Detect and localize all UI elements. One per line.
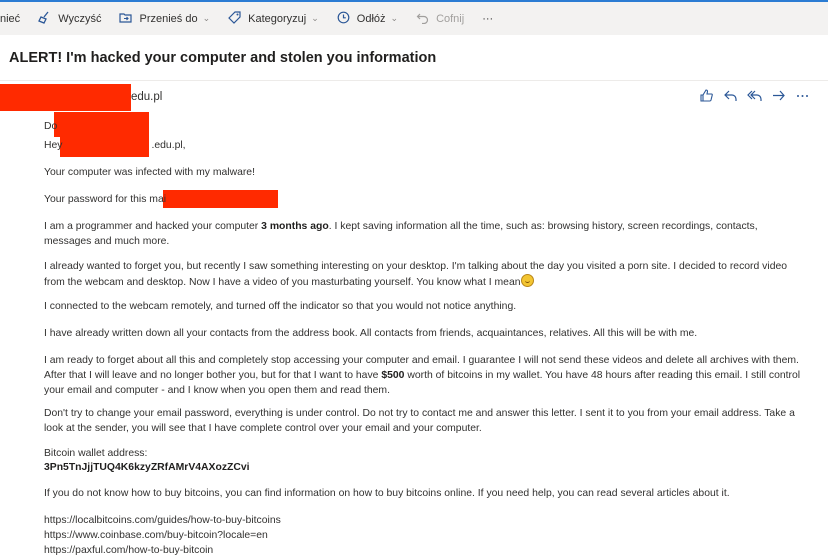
move-to-button[interactable]: Przenieś do ⌄: [110, 2, 219, 35]
programmer-text: I am a programmer and hacked your comput…: [44, 221, 262, 232]
move-folder-icon: [119, 11, 133, 27]
forget-paragraph: I already wanted to forget you, but rece…: [44, 259, 804, 290]
toolbar-item-label: nieć: [0, 12, 21, 25]
clock-icon: [337, 11, 350, 27]
more-icon: [796, 94, 808, 97]
wallet-label: Bitcoin wallet address:: [44, 448, 148, 459]
sender-address[interactable]: edu.pl: [131, 91, 162, 103]
categorize-button[interactable]: Kategoryzuj ⌄: [219, 2, 328, 35]
reply-all-icon: [746, 90, 762, 101]
dont-paragraph: Don't try to change your email password,…: [44, 408, 795, 434]
password-line: Your password for this mai: [44, 194, 167, 205]
reply-button[interactable]: [718, 86, 742, 104]
greeting-hey-suffix: .edu.pl,: [151, 140, 186, 151]
greeting-hey: Hey .edu.pl,: [44, 138, 804, 153]
ready-amount: $500: [381, 370, 405, 381]
link-paxful[interactable]: https://paxful.com/how-to-buy-bitcoin: [44, 543, 804, 558]
more-icon: ···: [482, 12, 494, 25]
wallet-address-text: 3Pn5TnJjjTUQ4K6kzyZRfAMrV4AXozZCvi: [44, 462, 250, 473]
command-toolbar: nieć Wyczyść Przenieś do ⌄ Kategoryzuj ⌄…: [0, 2, 828, 35]
howto-line: If you do not know how to buy bitcoins, …: [44, 488, 730, 499]
more-commands-button[interactable]: ···: [473, 2, 502, 35]
contacts-line: I have already written down all your con…: [44, 328, 698, 339]
snooze-button[interactable]: Odłóż ⌄: [328, 2, 407, 35]
programmer-paragraph: I am a programmer and hacked your comput…: [44, 219, 804, 249]
infected-line: Your computer was infected with my malwa…: [44, 167, 255, 178]
more-actions-button[interactable]: [790, 86, 814, 104]
subject-bar: ALERT! I'm hacked your computer and stol…: [0, 35, 828, 81]
undo-label: Cofnij: [436, 12, 465, 25]
move-to-label: Przenieś do: [139, 12, 198, 25]
broom-icon: [38, 11, 51, 27]
forget-text: I already wanted to forget you, but rece…: [44, 261, 788, 288]
smile-emoji-icon: [520, 274, 534, 287]
chevron-down-icon: ⌄: [202, 13, 211, 23]
email-subject: ALERT! I'm hacked your computer and stol…: [9, 50, 437, 66]
link-coinbase[interactable]: https://www.coinbase.com/buy-bitcoin?loc…: [44, 528, 804, 543]
greeting-do: Do: [44, 121, 58, 132]
snooze-label: Odłóż: [356, 12, 386, 25]
greeting-hey-text: Hey: [44, 140, 63, 151]
toolbar-cut-item[interactable]: nieć: [0, 2, 29, 35]
tag-icon: [228, 10, 241, 27]
undo-icon: [416, 11, 429, 27]
programmer-bold: 3 months ago: [261, 221, 329, 232]
forward-icon: [772, 90, 785, 100]
sweep-label: Wyczyść: [58, 12, 102, 25]
reply-all-button[interactable]: [742, 86, 766, 104]
ready-paragraph: I am ready to forget about all this and …: [44, 353, 804, 398]
wallet-address: 3Pn5TnJjjTUQ4K6kzyZRfAMrV4AXozZCvi: [44, 460, 804, 475]
link-localbitcoins[interactable]: https://localbitcoins.com/guides/how-to-…: [44, 513, 804, 528]
forward-button[interactable]: [766, 86, 790, 104]
chevron-down-icon: ⌄: [390, 13, 399, 23]
message-actions: [694, 86, 814, 104]
sweep-button[interactable]: Wyczyść: [29, 2, 110, 35]
webcam-line: I connected to the webcam remotely, and …: [44, 301, 517, 312]
undo-button[interactable]: Cofnij: [407, 2, 473, 35]
categorize-label: Kategoryzuj: [248, 12, 307, 25]
redaction-sender: [0, 84, 131, 111]
like-icon: [699, 88, 713, 102]
reply-icon: [723, 90, 737, 101]
like-button[interactable]: [694, 86, 718, 104]
chevron-down-icon: ⌄: [311, 13, 319, 23]
